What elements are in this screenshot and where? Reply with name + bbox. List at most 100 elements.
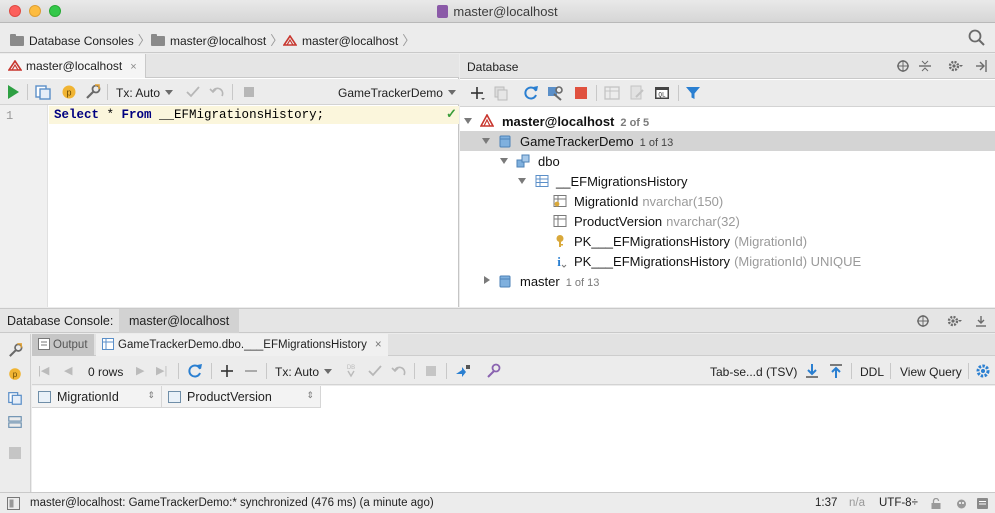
- stop-icon[interactable]: [572, 84, 590, 102]
- parameters-icon[interactable]: p: [60, 83, 78, 101]
- expand-arrow-icon[interactable]: [500, 158, 508, 164]
- result-tx-mode-dropdown[interactable]: Tx: Auto: [275, 365, 333, 379]
- toolbar-separator: [446, 363, 447, 379]
- column-header-migrationid[interactable]: MigrationId ⇕: [32, 386, 162, 408]
- close-tab-icon[interactable]: ×: [130, 61, 136, 73]
- tab-output[interactable]: Output: [32, 334, 94, 356]
- export-format-dropdown[interactable]: Tab-se...d (TSV): [710, 365, 797, 379]
- first-page-icon[interactable]: |◀: [38, 364, 49, 377]
- tx-mode-dropdown[interactable]: Tx: Auto: [116, 86, 174, 100]
- toolbar-separator: [232, 84, 233, 100]
- view-query-button[interactable]: View Query: [900, 365, 962, 379]
- next-page-icon[interactable]: ▶: [136, 364, 144, 377]
- tree-node-master-localhost[interactable]: master@localhost 2 of 5: [460, 111, 995, 131]
- breadcrumb-item-master-console[interactable]: master@localhost 〉: [283, 30, 415, 49]
- previous-page-icon[interactable]: ◀: [64, 364, 72, 377]
- filter-icon[interactable]: [684, 84, 702, 102]
- download-icon[interactable]: [803, 362, 821, 380]
- parameters-icon[interactable]: p: [7, 366, 23, 382]
- edit-source-icon[interactable]: [628, 84, 646, 102]
- search-icon[interactable]: [967, 28, 987, 48]
- layout-icon[interactable]: [7, 414, 23, 430]
- crosshair-icon[interactable]: [916, 314, 930, 328]
- gear-icon[interactable]: [947, 59, 963, 73]
- table-editor-icon[interactable]: [603, 84, 621, 102]
- compare-icon[interactable]: [454, 362, 472, 380]
- expand-arrow-icon[interactable]: [464, 118, 472, 124]
- expand-arrow-icon[interactable]: [482, 138, 490, 144]
- add-row-icon[interactable]: [218, 362, 236, 380]
- tree-node-efmigrationshistory[interactable]: __EFMigrationsHistory: [460, 171, 995, 191]
- tree-node-master[interactable]: master 1 of 13: [460, 271, 995, 291]
- console-tab-master[interactable]: master@localhost: [119, 309, 240, 333]
- toolbar-separator: [107, 84, 108, 100]
- rollback-icon[interactable]: [390, 362, 408, 380]
- title-bar: master@localhost: [0, 0, 995, 23]
- commit-check-icon[interactable]: [366, 362, 384, 380]
- line-separator-indicator[interactable]: n/a: [849, 497, 865, 509]
- toolbar-separator: [27, 84, 28, 100]
- stop-icon[interactable]: [8, 446, 22, 460]
- tab-result-efmigrationshistory[interactable]: GameTrackerDemo.dbo.___EFMigrationsHisto…: [96, 334, 388, 356]
- breadcrumb-item-database-consoles[interactable]: Database Consoles 〉: [10, 30, 151, 49]
- encoding-indicator[interactable]: UTF-8÷: [879, 497, 918, 509]
- rollback-icon[interactable]: [208, 83, 226, 101]
- submit-db-icon[interactable]: DB: [342, 362, 360, 380]
- toolbar-separator: [211, 363, 212, 379]
- event-log-icon[interactable]: [976, 497, 989, 510]
- open-console-icon[interactable]: QL: [653, 84, 671, 102]
- collapsed-arrow-icon[interactable]: [484, 276, 490, 284]
- settings-wrench-icon[interactable]: [7, 342, 24, 359]
- minimize-panel-icon[interactable]: [974, 314, 988, 328]
- lock-icon[interactable]: [930, 498, 942, 510]
- commit-check-icon[interactable]: [184, 83, 202, 101]
- toolbar-separator: [968, 363, 969, 379]
- tab-master-console[interactable]: master@localhost ×: [0, 54, 146, 78]
- sql-editor-panel: master@localhost × p Tx: Auto GameTracker…: [0, 54, 459, 307]
- sort-icon[interactable]: ⇕: [306, 390, 314, 401]
- inspection-icon[interactable]: [955, 497, 968, 510]
- close-tab-icon[interactable]: ×: [375, 339, 382, 351]
- collapse-all-icon[interactable]: [918, 59, 932, 73]
- column-header-productversion[interactable]: ProductVersion ⇕: [162, 386, 321, 408]
- sql-code-line[interactable]: Select * From __EFMigrationsHistory;: [54, 108, 324, 122]
- breadcrumb-item-master-folder[interactable]: master@localhost 〉: [151, 30, 283, 49]
- ddl-button[interactable]: DDL: [860, 365, 884, 379]
- database-icon: [499, 275, 511, 288]
- stop-icon[interactable]: [240, 83, 258, 101]
- sort-icon[interactable]: ⇕: [147, 390, 155, 401]
- schema-dropdown[interactable]: GameTrackerDemo: [338, 86, 456, 100]
- tree-node-index[interactable]: i PK___EFMigrationsHistory (MigrationId) …: [460, 251, 995, 271]
- settings-wrench-icon[interactable]: [84, 83, 102, 101]
- tree-node-gametrackerdemo[interactable]: GameTrackerDemo 1 of 13: [460, 131, 995, 151]
- upload-icon[interactable]: [827, 362, 845, 380]
- refresh-icon[interactable]: [186, 362, 204, 380]
- expand-arrow-icon[interactable]: [518, 178, 526, 184]
- crosshair-icon[interactable]: [896, 59, 910, 73]
- gear-icon[interactable]: [974, 362, 992, 380]
- schema-sync-icon[interactable]: [546, 84, 564, 102]
- tree-node-dbo[interactable]: dbo: [460, 151, 995, 171]
- panel-toggle-icon[interactable]: [7, 497, 20, 510]
- run-icon[interactable]: [4, 83, 22, 101]
- explain-plan-icon[interactable]: [34, 83, 52, 101]
- row-count: 0 rows: [88, 365, 124, 379]
- copy-icon[interactable]: [492, 84, 510, 102]
- refresh-icon[interactable]: [522, 84, 540, 102]
- last-page-icon[interactable]: ▶|: [156, 364, 167, 377]
- hide-panel-icon[interactable]: [974, 59, 988, 73]
- delete-row-icon[interactable]: [242, 362, 260, 380]
- result-grid: MigrationId ⇕ ProductVersion ⇕: [32, 386, 995, 493]
- chevron-right-icon: 〉: [402, 33, 416, 48]
- cursor-position[interactable]: 1:37: [815, 497, 837, 509]
- gear-icon[interactable]: [946, 314, 962, 328]
- add-icon[interactable]: [468, 84, 486, 102]
- database-tool-window: Database QL master@localhost 2 of 5 GameT…: [460, 54, 995, 307]
- pin-tab-icon[interactable]: [484, 362, 502, 380]
- line-number-gutter: 1: [0, 105, 48, 307]
- stop-icon[interactable]: [422, 362, 440, 380]
- explain-plan-icon[interactable]: [7, 390, 23, 406]
- tree-node-primary-key[interactable]: PK___EFMigrationsHistory (MigrationId): [460, 231, 995, 251]
- tree-node-column-migrationid[interactable]: MigrationId nvarchar(150): [460, 191, 995, 211]
- tree-node-column-productversion[interactable]: ProductVersion nvarchar(32): [460, 211, 995, 231]
